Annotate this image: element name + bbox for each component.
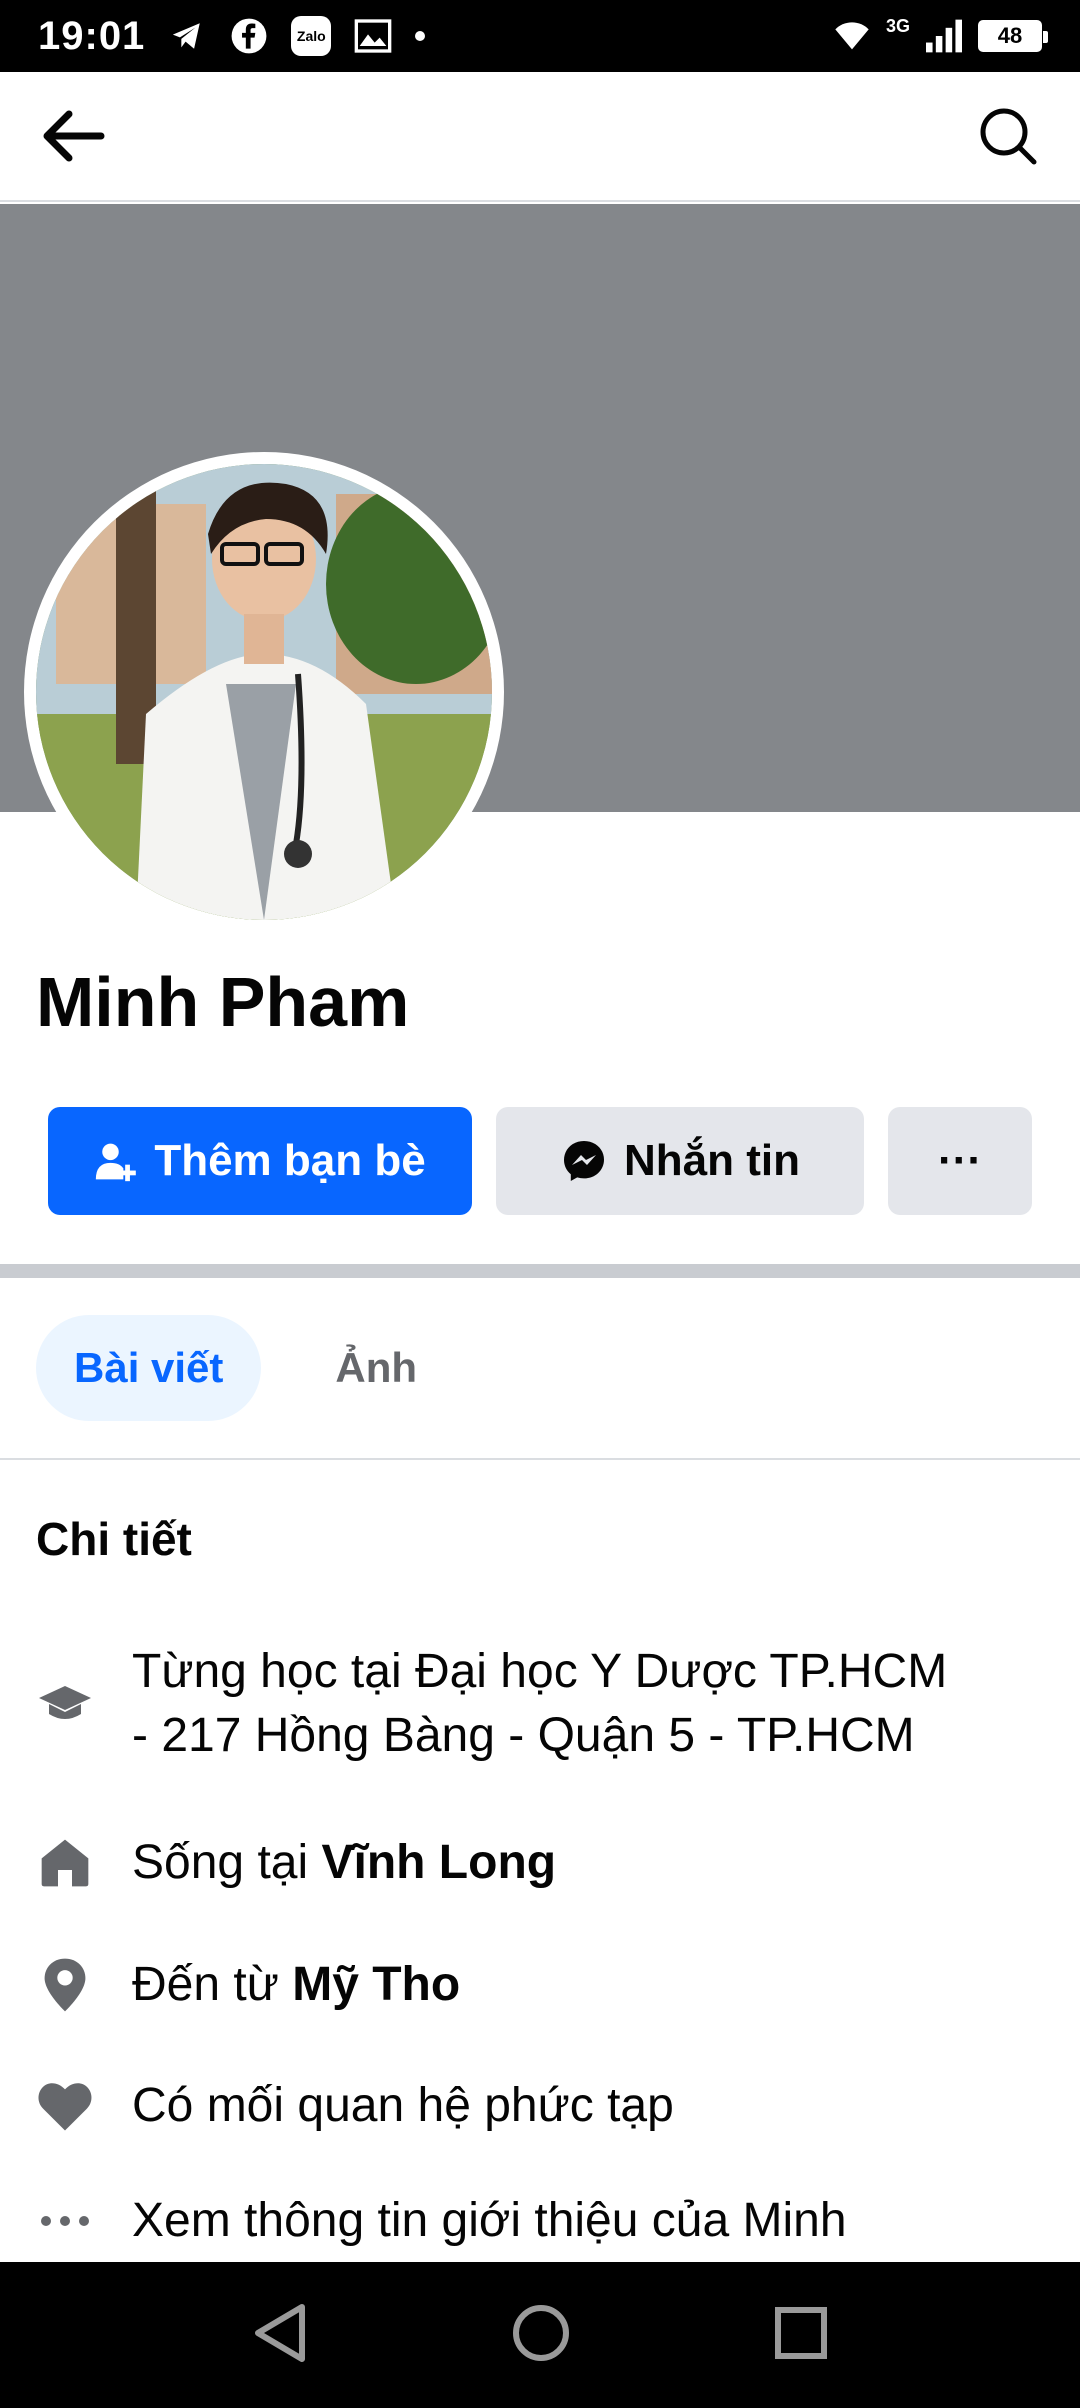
details-title: Chi tiết	[36, 1513, 192, 1565]
more-options-button[interactable]: ···	[888, 1107, 1032, 1215]
notification-dot	[415, 31, 426, 41]
message-label: Nhắn tin	[624, 1136, 800, 1185]
see-about-link[interactable]: Xem thông tin giới thiệu của Minh	[36, 2189, 1046, 2253]
add-friend-button[interactable]: Thêm bạn bè	[48, 1107, 472, 1215]
detail-relationship: Có mối quan hệ phức tạp	[36, 2074, 1046, 2138]
from-place-link[interactable]: Mỹ Tho	[292, 1958, 460, 2011]
heart-icon	[36, 2074, 94, 2138]
tab-photos[interactable]: Ảnh	[297, 1315, 455, 1421]
gallery-icon	[353, 16, 393, 56]
battery-indicator: 48	[978, 20, 1048, 52]
lives-prefix: Sống tại	[132, 1836, 322, 1889]
facebook-icon	[229, 16, 269, 56]
messenger-icon	[564, 1141, 604, 1181]
profile-actions: Thêm bạn bè Nhắn tin ···	[48, 1107, 1032, 1215]
section-divider	[0, 1264, 1080, 1278]
tabs-divider	[0, 1458, 1080, 1460]
system-home-button[interactable]	[511, 2303, 571, 2368]
lives-place-link[interactable]: Vĩnh Long	[321, 1836, 556, 1889]
see-about-text: Xem thông tin giới thiệu của Minh	[132, 2194, 847, 2247]
add-friend-icon	[96, 1143, 137, 1182]
avatar-photo	[36, 464, 492, 920]
relationship-text: Có mối quan hệ phức tạp	[132, 2079, 674, 2132]
detail-lives-in: Sống tại Vĩnh Long	[36, 1831, 1046, 1895]
signal-icon	[924, 16, 964, 56]
status-bar: 19:01 Zalo 3G 48	[0, 0, 1080, 72]
education-text-line2: - 217 Hồng Bàng - Quận 5 - TP.HCM	[132, 1709, 915, 1762]
status-time: 19:01	[38, 13, 146, 58]
top-nav	[0, 72, 1080, 202]
square-recents-icon	[775, 2306, 828, 2359]
zalo-icon: Zalo	[291, 16, 332, 56]
system-recents-button[interactable]	[774, 2306, 828, 2365]
graduation-cap-icon	[36, 1672, 94, 1736]
message-button[interactable]: Nhắn tin	[496, 1107, 864, 1215]
location-pin-icon	[36, 1953, 94, 2017]
home-icon	[36, 1831, 94, 1895]
search-icon	[980, 108, 1037, 165]
triangle-back-icon	[254, 2303, 305, 2362]
more-dots-icon	[36, 2189, 94, 2253]
detail-from: Đến từ Mỹ Tho	[36, 1953, 1046, 2017]
tab-posts[interactable]: Bài viết	[36, 1315, 262, 1421]
circle-home-icon	[512, 2304, 569, 2361]
wifi-icon	[832, 16, 872, 56]
profile-tabs: Bài viết Ảnh	[36, 1315, 455, 1421]
search-button[interactable]	[972, 100, 1044, 172]
system-back-button[interactable]	[252, 2303, 308, 2368]
back-button[interactable]	[36, 100, 108, 172]
detail-education: Từng học tại Đại học Y Dược TP.HCM - 217…	[36, 1640, 1046, 1768]
telegram-icon	[167, 16, 207, 56]
education-text-line1: Từng học tại Đại học Y Dược TP.HCM	[132, 1645, 948, 1698]
from-prefix: Đến từ	[132, 1958, 293, 2011]
network-type: 3G	[885, 15, 910, 36]
arrow-left-icon	[43, 110, 105, 162]
profile-avatar[interactable]	[24, 452, 504, 932]
system-nav-bar	[0, 2262, 1080, 2408]
profile-name: Minh Pham	[36, 963, 410, 1041]
more-icon: ···	[938, 1136, 982, 1185]
add-friend-label: Thêm bạn bè	[154, 1136, 426, 1185]
